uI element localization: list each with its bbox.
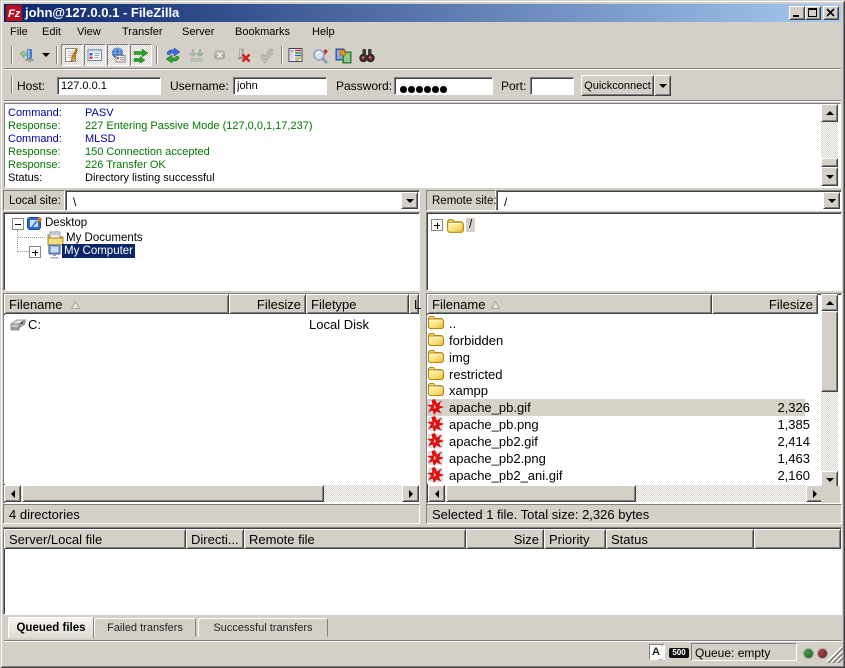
svg-text:Fz: Fz bbox=[8, 8, 21, 20]
